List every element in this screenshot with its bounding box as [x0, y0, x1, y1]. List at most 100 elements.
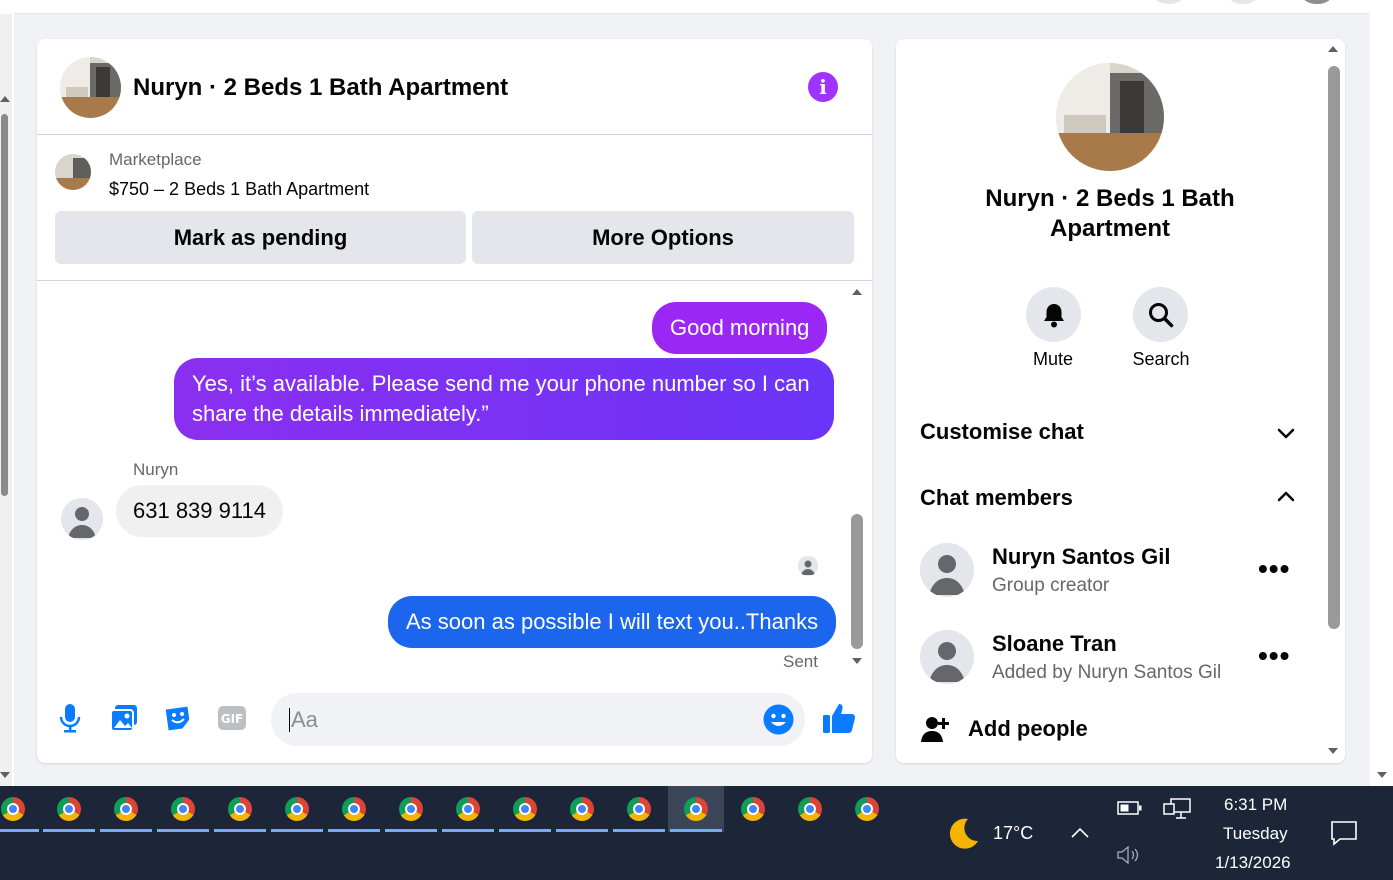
clock-day[interactable]: Tuesday [1223, 824, 1288, 844]
taskbar-chrome-window[interactable] [269, 786, 325, 832]
taskbar-chrome-window[interactable] [155, 786, 211, 832]
notification-center-icon[interactable] [1330, 820, 1358, 851]
weather-temperature[interactable]: 17°C [993, 823, 1033, 844]
top-avatar[interactable] [1302, 0, 1332, 4]
text-caret [289, 708, 290, 732]
member-name[interactable]: Sloane Tran [992, 631, 1117, 657]
chrome-icon [570, 797, 594, 821]
chrome-icon [285, 797, 309, 821]
taskbar-chrome-window[interactable] [326, 786, 382, 832]
taskbar-chrome-window[interactable] [782, 786, 838, 832]
taskbar-chrome-window[interactable] [497, 786, 553, 832]
marketplace-label: Marketplace [109, 150, 202, 169]
message-list[interactable]: Good morning Yes, it’s available. Please… [37, 282, 872, 673]
member-avatar[interactable] [920, 543, 974, 597]
microphone-icon[interactable] [55, 703, 85, 733]
search-button[interactable] [1133, 287, 1188, 342]
scroll-down-arrow-icon[interactable] [1328, 748, 1338, 754]
listing-avatar[interactable] [60, 57, 121, 118]
gif-icon[interactable]: GIF [217, 703, 247, 733]
listing-large-avatar[interactable] [1056, 63, 1164, 171]
taskbar-chrome-window[interactable] [98, 786, 154, 832]
taskbar-chrome-window[interactable] [383, 786, 439, 832]
windows-taskbar: 17°C 6:31 PM Tuesday 1/13/2026 [0, 786, 1393, 880]
customise-chat-heading[interactable]: Customise chat [920, 419, 1084, 445]
chrome-icon [798, 797, 822, 821]
message-bubble-outgoing[interactable]: Yes, it’s available. Please send me your… [174, 358, 834, 440]
more-options-button[interactable]: More Options [472, 211, 854, 264]
emoji-icon[interactable] [763, 704, 794, 740]
photo-gallery-icon[interactable] [109, 703, 139, 733]
listing-thumbnail[interactable] [55, 154, 91, 190]
chrome-icon [456, 797, 480, 821]
taskbar-chrome-window[interactable] [440, 786, 496, 832]
scroll-down-arrow-icon[interactable] [0, 772, 10, 778]
member-options-icon[interactable]: ••• [1258, 555, 1290, 583]
add-people-button[interactable]: Add people [968, 716, 1088, 742]
sticker-icon[interactable] [163, 703, 193, 733]
chat-members-heading[interactable]: Chat members [920, 485, 1073, 511]
taskbar-chrome-window[interactable] [725, 786, 781, 832]
taskbar-chrome-window[interactable] [212, 786, 268, 832]
chrome-icon [1, 797, 25, 821]
browser-scrollbar[interactable] [1370, 14, 1393, 786]
info-scrollbar[interactable] [1322, 39, 1345, 763]
member-options-icon[interactable]: ••• [1258, 642, 1290, 670]
taskbar-chrome-window[interactable] [0, 786, 41, 832]
member-avatar[interactable] [920, 630, 974, 684]
chrome-icon [114, 797, 138, 821]
sender-name: Nuryn [133, 460, 179, 479]
chrome-icon [513, 797, 537, 821]
chat-title[interactable]: Nuryn · 2 Beds 1 Bath Apartment [133, 74, 508, 102]
seen-avatar-icon [798, 556, 818, 576]
like-thumbs-up-icon[interactable] [821, 703, 857, 733]
taskbar-chrome-window[interactable] [41, 786, 97, 832]
scroll-down-arrow-icon[interactable] [1377, 772, 1387, 778]
message-input[interactable]: Aa [271, 693, 805, 746]
message-scrollbar[interactable] [845, 282, 869, 673]
clock-time[interactable]: 6:31 PM [1224, 795, 1287, 815]
message-composer: GIF Aa [37, 673, 872, 763]
left-scrollbar[interactable] [0, 14, 12, 786]
chrome-icon [171, 797, 195, 821]
member-role: Group creator [992, 575, 1110, 596]
message-bubble-outgoing[interactable]: Good morning [652, 302, 828, 354]
add-person-icon[interactable] [920, 714, 950, 749]
mute-button[interactable] [1026, 287, 1081, 342]
moon-weather-icon[interactable] [944, 816, 980, 857]
conversation-info-panel: Nuryn · 2 Beds 1 Bath Apartment Mute Sea… [896, 39, 1345, 763]
sender-avatar[interactable] [61, 498, 103, 540]
message-scrollbar-thumb[interactable] [851, 514, 863, 649]
info-scrollbar-thumb[interactable] [1328, 66, 1340, 629]
chevron-up-icon[interactable] [1276, 487, 1296, 507]
info-icon[interactable]: i [808, 72, 838, 102]
chrome-icon [57, 797, 81, 821]
scroll-up-arrow-icon[interactable] [0, 96, 10, 102]
message-status: Sent [783, 652, 818, 671]
chevron-down-icon[interactable] [1276, 423, 1296, 443]
top-avatar[interactable] [1228, 0, 1258, 4]
mute-label: Mute [1032, 349, 1074, 369]
taskbar-chrome-window[interactable] [611, 786, 667, 832]
clock-date[interactable]: 1/13/2026 [1215, 853, 1291, 873]
member-name[interactable]: Nuryn Santos Gil [992, 544, 1170, 570]
top-avatar[interactable] [1154, 0, 1184, 4]
scroll-up-arrow-icon[interactable] [852, 289, 862, 295]
chevron-up-icon[interactable] [1070, 826, 1090, 845]
taskbar-chrome-window[interactable] [839, 786, 895, 832]
chrome-icon [855, 797, 879, 821]
volume-icon[interactable] [1116, 844, 1142, 871]
scroll-down-arrow-icon[interactable] [852, 658, 862, 664]
left-scrollbar-thumb[interactable] [1, 114, 8, 496]
network-icon[interactable] [1163, 798, 1191, 825]
marketplace-listing-section: Marketplace $750 – 2 Beds 1 Bath Apartme… [37, 136, 872, 281]
scroll-up-arrow-icon[interactable] [1328, 46, 1338, 52]
listing-price-title[interactable]: $750 – 2 Beds 1 Bath Apartment [109, 179, 369, 200]
battery-icon[interactable] [1117, 800, 1143, 821]
browser-top-strip [14, 0, 1370, 14]
message-bubble-outgoing[interactable]: As soon as possible I will text you..Tha… [388, 596, 837, 648]
taskbar-chrome-window[interactable] [554, 786, 610, 832]
taskbar-chrome-window-active[interactable] [668, 786, 724, 832]
message-bubble-incoming[interactable]: 631 839 9114 [116, 485, 283, 537]
mark-as-pending-button[interactable]: Mark as pending [55, 211, 466, 264]
